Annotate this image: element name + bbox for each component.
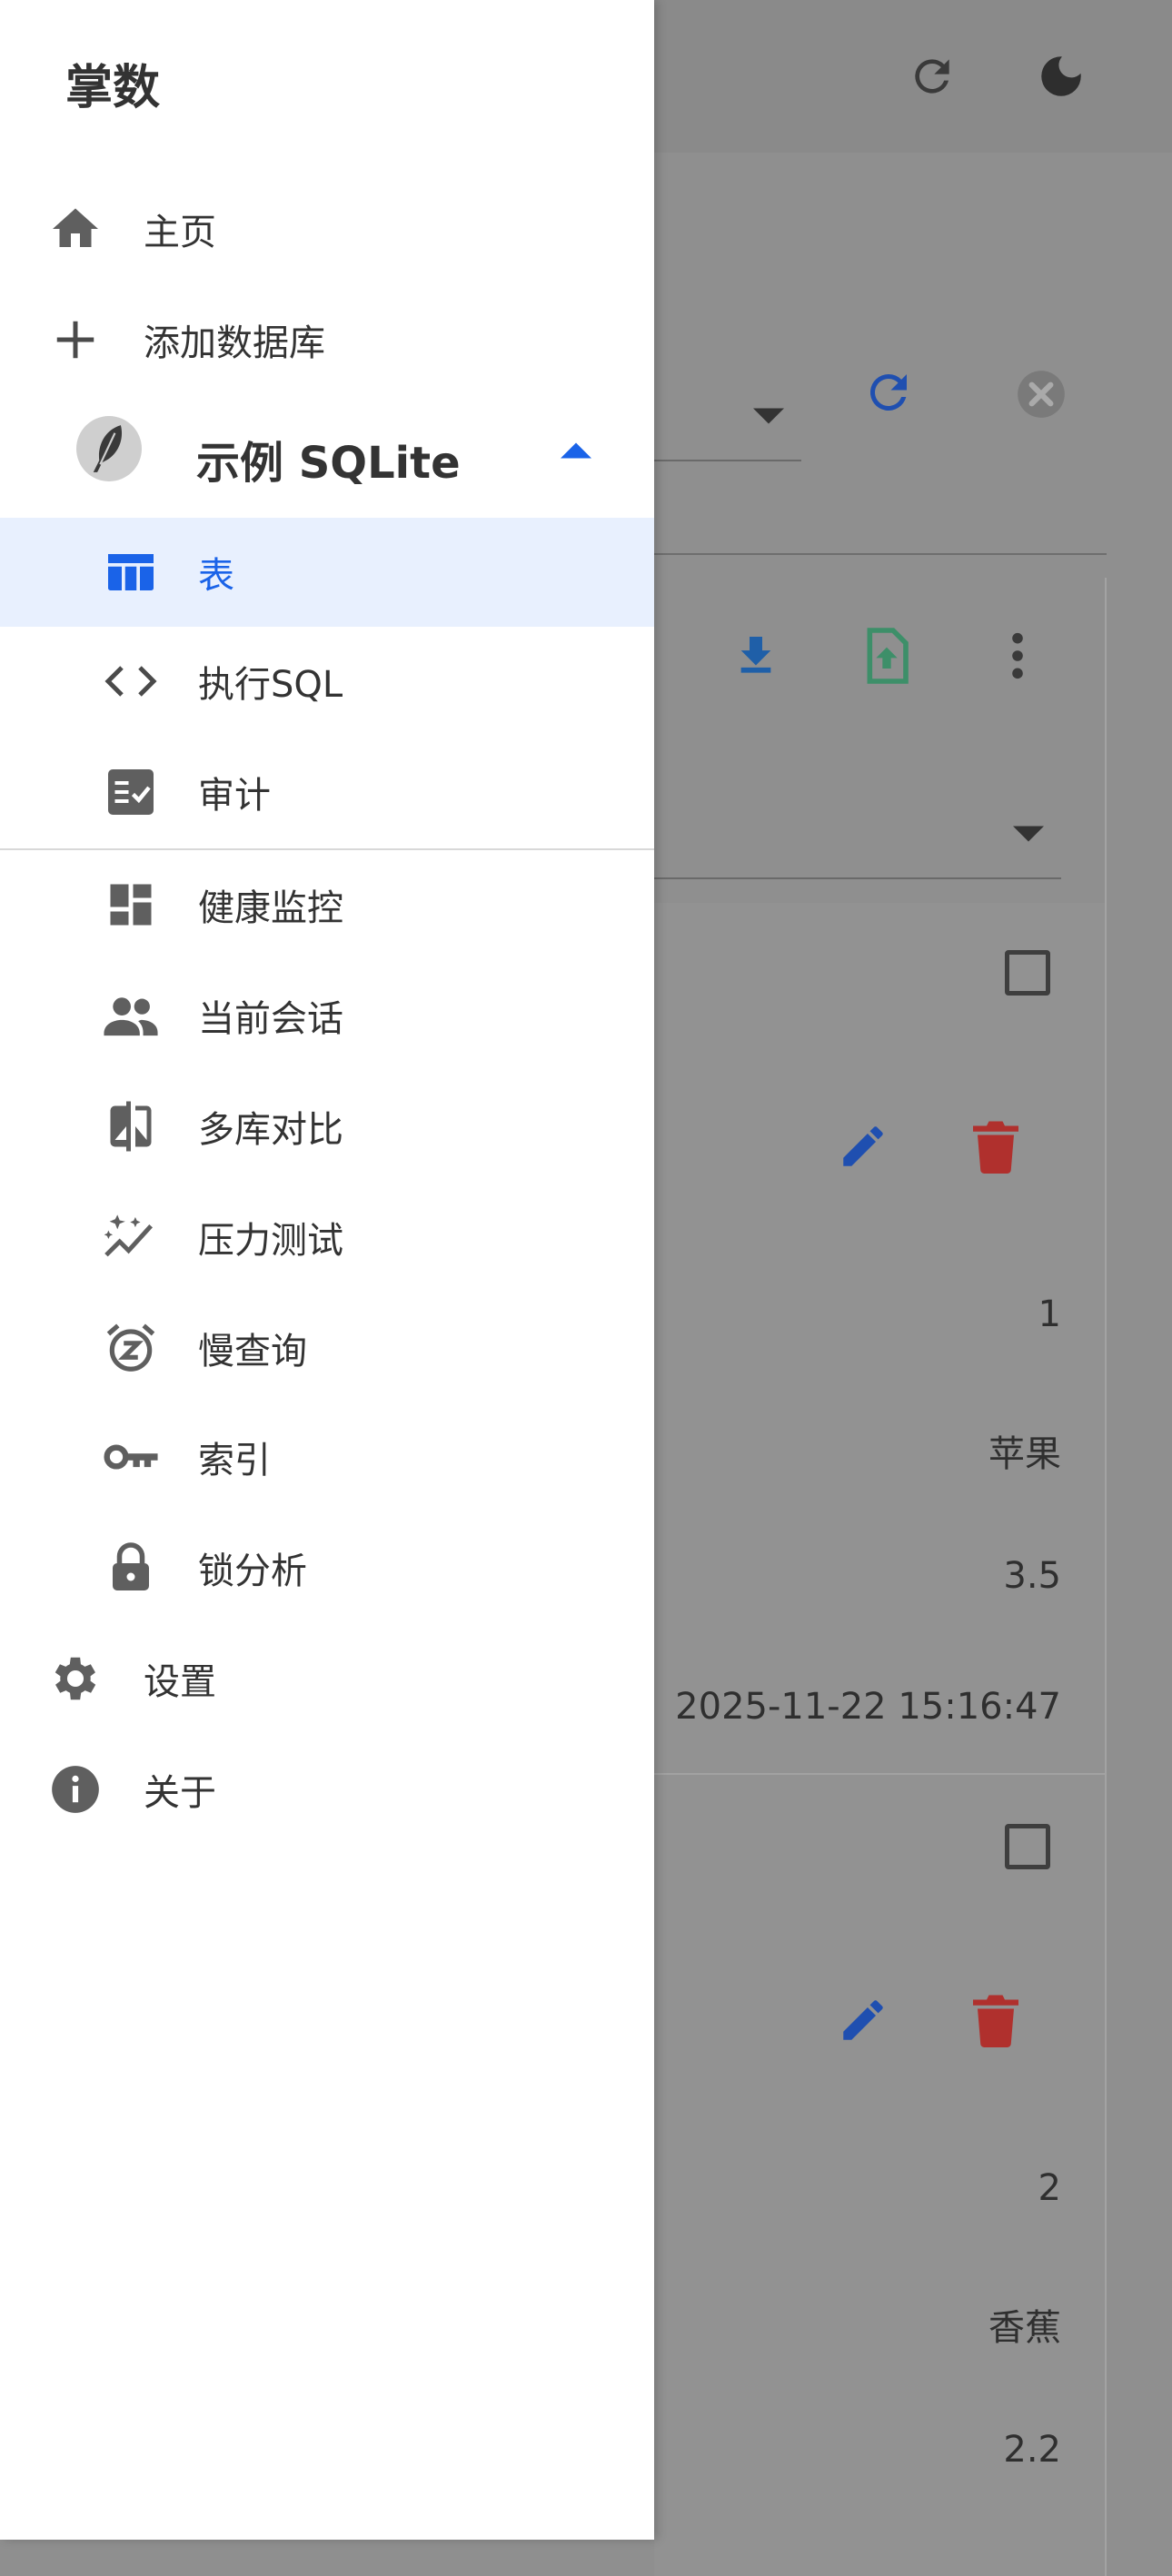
nav-item-home[interactable]: 主页: [0, 174, 654, 283]
nav-item-label: 锁分析: [198, 1551, 307, 1592]
filter-caret-icon[interactable]: [1010, 823, 1047, 845]
nav-item-sessions[interactable]: 当前会话: [0, 961, 654, 1070]
checklist-icon: [102, 763, 160, 821]
row-checkbox[interactable]: [1005, 950, 1050, 996]
nav-item-label: 添加数据库: [144, 322, 325, 364]
delete-icon[interactable]: [968, 1117, 1023, 1175]
edit-icon[interactable]: [836, 1119, 890, 1174]
nav-item-label: 审计: [198, 775, 271, 817]
select-underline: [654, 460, 801, 461]
refresh-icon[interactable]: [905, 49, 959, 104]
nav-item-execute-sql[interactable]: 执行SQL: [0, 627, 654, 736]
select-caret-icon[interactable]: [750, 405, 787, 427]
code-icon: [102, 652, 160, 710]
nav-item-label: 设置: [144, 1661, 216, 1703]
nav-item-label: 索引: [198, 1440, 271, 1481]
row-checkbox[interactable]: [1005, 1824, 1050, 1869]
close-icon[interactable]: [1012, 365, 1070, 423]
nav-item-health-monitor[interactable]: 健康监控: [0, 850, 654, 959]
sparkline-icon: [102, 1208, 160, 1266]
record-id: 1: [1038, 1293, 1061, 1335]
nav-item-label: 当前会话: [198, 998, 343, 1040]
record-price: 3.5: [1003, 1555, 1061, 1597]
nav-item-label: 表: [198, 555, 234, 597]
nav-item-label: 主页: [144, 212, 216, 253]
nav-item-compare[interactable]: 多库对比: [0, 1072, 654, 1181]
compare-icon: [102, 1097, 160, 1155]
lock-icon: [102, 1539, 160, 1597]
nav-item-settings[interactable]: 设置: [0, 1624, 654, 1733]
nav-item-label: 健康监控: [198, 887, 343, 929]
database-name: 示例 SQLite: [196, 438, 461, 489]
reload-icon[interactable]: [859, 363, 918, 421]
people-icon: [102, 986, 160, 1045]
nav-item-slow-query[interactable]: 慢查询: [0, 1293, 654, 1402]
snooze-alarm-icon: [102, 1319, 160, 1377]
nav-item-label: 关于: [144, 1772, 216, 1814]
nav-item-lock-analysis[interactable]: 锁分析: [0, 1513, 654, 1622]
drawer-title: 掌数: [65, 61, 161, 115]
nav-item-label: 压力测试: [198, 1220, 343, 1262]
nav-item-label: 慢查询: [198, 1331, 307, 1372]
key-icon: [102, 1428, 160, 1486]
nav-item-index[interactable]: 索引: [0, 1402, 654, 1511]
filter-underline: [654, 877, 1061, 879]
record-name: 香蕉: [988, 2307, 1061, 2349]
nav-item-label: 执行SQL: [198, 664, 343, 706]
download-icon[interactable]: [727, 627, 785, 685]
more-vert-icon[interactable]: [990, 627, 1045, 685]
plus-icon: [46, 311, 104, 369]
nav-item-stress-test[interactable]: 压力测试: [0, 1183, 654, 1292]
dark-mode-icon[interactable]: [1034, 49, 1088, 104]
home-icon: [46, 200, 104, 258]
record-name: 苹果: [988, 1433, 1061, 1475]
section-divider: [654, 553, 1107, 555]
nav-item-audit[interactable]: 审计: [0, 738, 654, 847]
table-icon: [102, 543, 160, 601]
record-id: 2: [1038, 2167, 1061, 2209]
nav-item-about[interactable]: 关于: [0, 1735, 654, 1844]
record-time: 2025-11-22 15:16:47: [675, 1686, 1061, 1728]
nav-item-tables[interactable]: 表: [0, 518, 654, 627]
nav-item-add-database[interactable]: 添加数据库: [0, 285, 654, 394]
gear-icon: [46, 1650, 104, 1708]
feather-icon: [76, 416, 142, 481]
row-divider: [654, 1773, 1105, 1775]
info-icon: [46, 1760, 104, 1818]
navigation-drawer: 掌数 主页 添加数据库 示例 SQLite 表 执行SQL 审计 健康监控 当前…: [0, 0, 654, 2540]
dashboard-icon: [102, 876, 160, 934]
edit-icon[interactable]: [836, 1993, 890, 2047]
chevron-up-icon[interactable]: [558, 440, 594, 461]
nav-item-label: 多库对比: [198, 1109, 343, 1151]
delete-icon[interactable]: [968, 1991, 1023, 2049]
file-upload-icon[interactable]: [858, 625, 916, 687]
record-price: 2.2: [1003, 2429, 1061, 2471]
